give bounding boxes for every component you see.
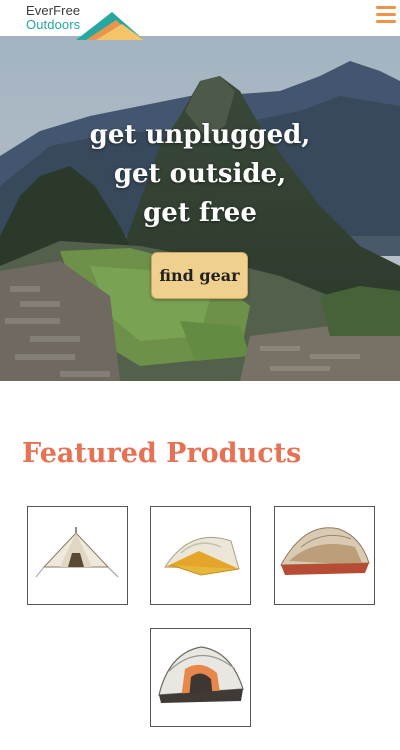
- product-card-yellow-dome-tent[interactable]: [150, 506, 251, 605]
- hero-headline: get unplugged, get outside, get free: [0, 116, 400, 233]
- product-card-orange-dome-tent[interactable]: [150, 628, 251, 727]
- yellow-dome-tent-icon: [164, 536, 240, 576]
- hero-headline-line-2: get outside,: [113, 159, 287, 189]
- featured-products-heading: Featured Products: [22, 438, 302, 469]
- site-logo[interactable]: EverFree Outdoors: [26, 3, 144, 40]
- product-card-bell-tent[interactable]: [27, 506, 128, 605]
- find-gear-button[interactable]: find gear: [151, 252, 248, 299]
- logo-text-everfree: EverFree: [26, 3, 81, 18]
- logo-text-outdoors: Outdoors: [26, 17, 81, 32]
- orange-dome-tent-icon: [158, 646, 244, 703]
- site-header: EverFree Outdoors: [0, 0, 400, 40]
- hero-headline-line-1: get unplugged,: [89, 120, 311, 150]
- product-card-red-dome-tent[interactable]: [274, 506, 375, 605]
- hamburger-menu-icon[interactable]: [374, 4, 398, 26]
- bell-tent-icon: [35, 527, 119, 578]
- red-dome-tent-icon: [280, 527, 370, 575]
- hero-headline-line-3: get free: [143, 198, 257, 228]
- hero-banner: get unplugged, get outside, get free fin…: [0, 36, 400, 381]
